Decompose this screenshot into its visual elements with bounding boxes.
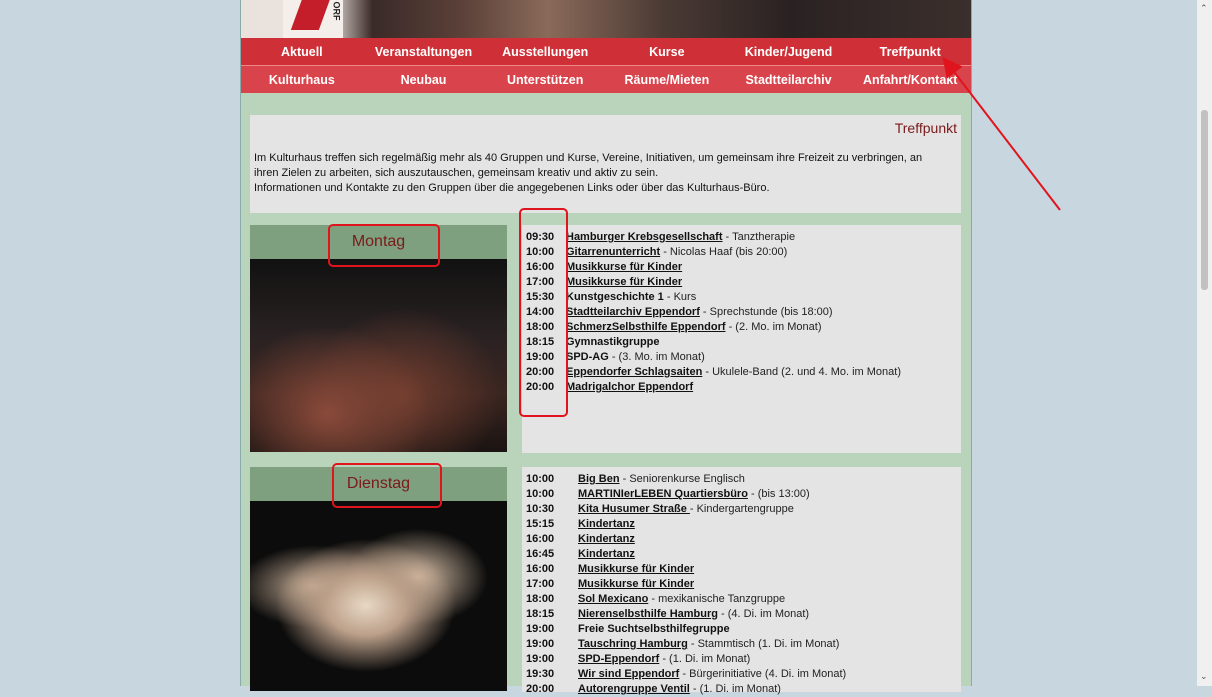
scroll-up-icon[interactable]: ⌃ xyxy=(1200,4,1208,14)
scroll-down-icon[interactable]: ⌄ xyxy=(1200,672,1208,682)
vertical-scrollbar[interactable]: ⌃ ⌄ xyxy=(1197,0,1212,686)
scrollbar-thumb[interactable] xyxy=(1201,110,1208,290)
annotation-arrow xyxy=(942,56,1061,211)
